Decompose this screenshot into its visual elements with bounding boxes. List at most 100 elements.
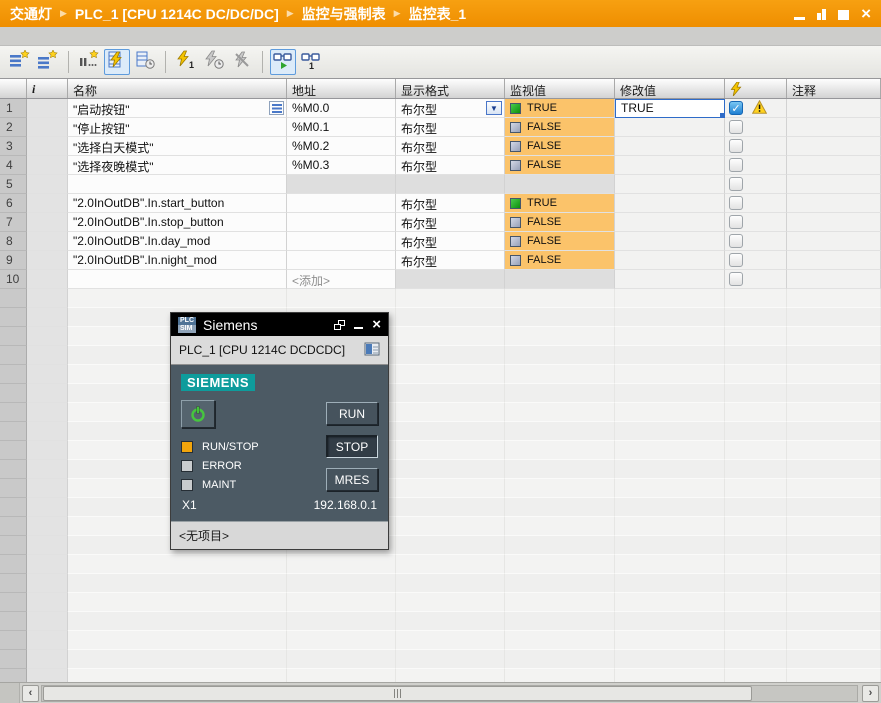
display-format-cell[interactable] xyxy=(396,175,505,194)
modify-enable-checkbox[interactable] xyxy=(729,139,743,153)
modify-enable-checkbox[interactable] xyxy=(729,158,743,172)
comment-cell[interactable] xyxy=(787,137,881,156)
row-number[interactable]: 1 xyxy=(0,99,27,118)
name-cell[interactable]: "停止按钮" xyxy=(68,118,287,137)
header-monitor-value[interactable]: 监视值 xyxy=(505,79,615,98)
chevron-down-icon[interactable]: ▼ xyxy=(486,101,502,115)
display-format-cell[interactable] xyxy=(396,270,505,289)
extended-mode-button[interactable] xyxy=(76,49,102,75)
tag-selector-icon[interactable] xyxy=(269,101,284,115)
scroll-right-button[interactable]: › xyxy=(862,685,879,702)
comment-cell[interactable] xyxy=(787,232,881,251)
modify-value-cell[interactable] xyxy=(615,270,725,289)
watch-once-button[interactable]: 1 xyxy=(298,49,324,75)
add-row-button[interactable] xyxy=(35,49,61,75)
address-cell[interactable] xyxy=(287,213,396,232)
display-format-cell[interactable]: 布尔型 xyxy=(396,194,505,213)
comment-cell[interactable] xyxy=(787,251,881,270)
plcsim-restore-icon[interactable] xyxy=(334,320,345,330)
modify-value-cell[interactable] xyxy=(615,194,725,213)
name-cell[interactable]: "2.0InOutDB".In.night_mod xyxy=(68,251,287,270)
display-format-cell[interactable]: 布尔型 xyxy=(396,213,505,232)
comment-cell[interactable] xyxy=(787,270,881,289)
modify-value-cell[interactable] xyxy=(615,251,725,270)
display-format-cell[interactable]: 布尔型 xyxy=(396,118,505,137)
device-view-icon[interactable] xyxy=(364,342,380,359)
display-format-cell[interactable]: 布尔型 xyxy=(396,251,505,270)
row-number[interactable]: 4 xyxy=(0,156,27,175)
modify-value-cell[interactable] xyxy=(615,118,725,137)
name-cell[interactable]: "2.0InOutDB".In.start_button xyxy=(68,194,287,213)
close-icon[interactable]: × xyxy=(861,8,871,20)
modify-once-button[interactable]: 1 xyxy=(173,49,199,75)
modify-enable-checkbox[interactable] xyxy=(729,272,743,286)
modify-enable-checkbox[interactable] xyxy=(729,215,743,229)
name-cell[interactable]: "2.0InOutDB".In.day_mod xyxy=(68,232,287,251)
scroll-left-button[interactable]: ‹ xyxy=(22,685,39,702)
name-cell[interactable]: "启动按钮" xyxy=(68,99,287,118)
display-format-cell[interactable]: 布尔型 xyxy=(396,156,505,175)
comment-cell[interactable] xyxy=(787,156,881,175)
display-format-cell[interactable]: 布尔型 xyxy=(396,137,505,156)
row-number[interactable]: 10 xyxy=(0,270,27,289)
breadcrumb-project[interactable]: 交通灯 xyxy=(10,4,52,24)
watch-all-button[interactable] xyxy=(270,49,296,75)
row-number[interactable]: 7 xyxy=(0,213,27,232)
plcsim-close-icon[interactable]: × xyxy=(372,318,381,332)
comment-cell[interactable] xyxy=(787,99,881,118)
monitor-once-button[interactable] xyxy=(132,49,158,75)
comment-cell[interactable] xyxy=(787,213,881,232)
row-number[interactable]: 9 xyxy=(0,251,27,270)
name-cell[interactable] xyxy=(68,175,287,194)
address-cell[interactable]: %M0.2 xyxy=(287,137,396,156)
comment-cell[interactable] xyxy=(787,175,881,194)
monitor-all-button[interactable] xyxy=(104,49,130,75)
comment-cell[interactable] xyxy=(787,118,881,137)
modify-trigger-button[interactable] xyxy=(201,49,227,75)
row-number[interactable]: 6 xyxy=(0,194,27,213)
modify-cancel-button[interactable] xyxy=(229,49,255,75)
header-display-format[interactable]: 显示格式 xyxy=(396,79,505,98)
float-window-icon[interactable] xyxy=(817,8,826,20)
stop-button[interactable]: STOP xyxy=(326,435,378,458)
minimize-icon[interactable] xyxy=(794,8,805,20)
address-cell[interactable]: %M0.1 xyxy=(287,118,396,137)
comment-cell[interactable] xyxy=(787,194,881,213)
address-cell[interactable] xyxy=(287,175,396,194)
modify-value-cell[interactable] xyxy=(615,213,725,232)
scrollbar-thumb[interactable] xyxy=(43,686,752,701)
modify-enable-checkbox[interactable] xyxy=(729,177,743,191)
plcsim-minimize-icon[interactable] xyxy=(354,327,363,329)
breadcrumb-plc[interactable]: PLC_1 [CPU 1214C DC/DC/DC] xyxy=(75,6,279,22)
row-number[interactable]: 3 xyxy=(0,137,27,156)
breadcrumb-watch-folder[interactable]: 监控与强制表 xyxy=(302,4,386,24)
header-modify-value[interactable]: 修改值 xyxy=(615,79,725,98)
modify-value-cell[interactable] xyxy=(615,232,725,251)
breadcrumb-watch-table[interactable]: 监控表_1 xyxy=(409,4,467,24)
address-cell[interactable]: %M0.3 xyxy=(287,156,396,175)
display-format-cell[interactable]: 布尔型 xyxy=(396,232,505,251)
plcsim-titlebar[interactable]: PLCSIM Siemens × xyxy=(171,313,388,336)
modify-value-cell[interactable] xyxy=(615,137,725,156)
address-cell[interactable] xyxy=(287,251,396,270)
address-cell[interactable]: <添加> xyxy=(287,270,396,289)
name-cell[interactable]: "选择白天模式" xyxy=(68,137,287,156)
name-cell[interactable] xyxy=(68,270,287,289)
address-cell[interactable] xyxy=(287,232,396,251)
maximize-icon[interactable] xyxy=(838,8,849,20)
address-cell[interactable] xyxy=(287,194,396,213)
header-modify-enable[interactable] xyxy=(725,79,787,98)
modify-enable-checkbox[interactable] xyxy=(729,196,743,210)
modify-enable-checkbox[interactable] xyxy=(729,234,743,248)
header-address[interactable]: 地址 xyxy=(287,79,396,98)
name-cell[interactable]: "选择夜晚模式" xyxy=(68,156,287,175)
address-cell[interactable]: %M0.0 xyxy=(287,99,396,118)
header-comment[interactable]: 注释 xyxy=(787,79,881,98)
modify-enable-checkbox[interactable] xyxy=(729,120,743,134)
row-number[interactable]: 5 xyxy=(0,175,27,194)
modify-value-cell[interactable] xyxy=(615,156,725,175)
row-number[interactable]: 8 xyxy=(0,232,27,251)
modify-value-cell[interactable]: TRUE xyxy=(615,99,725,118)
insert-row-button[interactable] xyxy=(7,49,33,75)
header-name[interactable]: 名称 xyxy=(68,79,287,98)
